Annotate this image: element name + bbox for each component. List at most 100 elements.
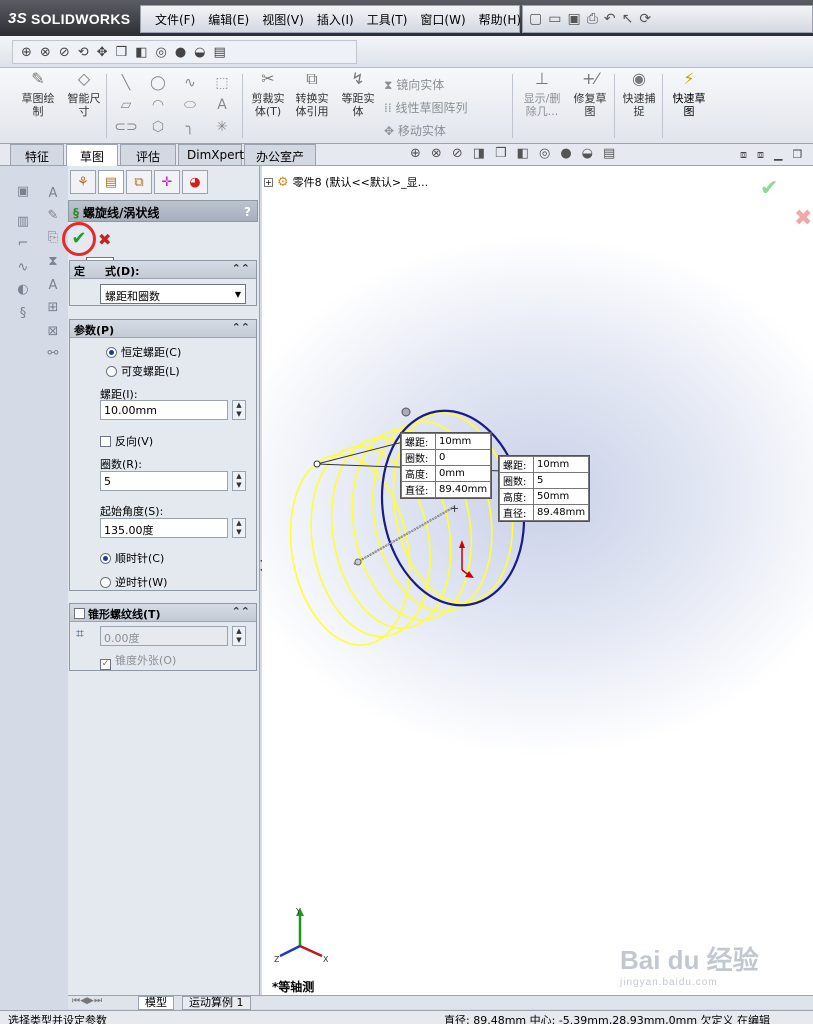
spiral-side-icon[interactable]: § (14, 306, 32, 324)
spin-arrows-icon[interactable]: ▲ ▼ (232, 518, 246, 538)
defined-by-select[interactable]: 螺距和圈数 ▼ (100, 284, 246, 304)
taper-helix-header[interactable]: 锥形螺纹线(T) ⌃⌃ (70, 604, 256, 622)
save-icon[interactable]: ▣ (567, 11, 580, 27)
tab-sketch[interactable]: 草图 (66, 144, 118, 166)
mirror-side-icon[interactable]: ⧗ (44, 254, 62, 272)
view-orientation-icon[interactable]: ❒ (116, 45, 128, 60)
sketch-button[interactable]: ✎ 草图绘 制 (16, 71, 60, 119)
constant-pitch-radio[interactable]: 恒定螺距(C) (106, 344, 181, 360)
zoom-to-area-icon[interactable]: ⊗ (431, 146, 442, 161)
collapse-chevron-icon[interactable]: ⌃⌃ (232, 321, 250, 334)
ellipse-icon[interactable]: ⬭ (174, 94, 206, 116)
clockwise-radio[interactable]: 顺时针(C) (100, 550, 164, 566)
zoom-to-fit-icon[interactable]: ⊕ (21, 45, 32, 60)
cancel-button[interactable]: ✖ (98, 230, 111, 249)
text-icon[interactable]: A (206, 94, 238, 116)
trim-entities-button[interactable]: ✂ 剪裁实 体(T) (246, 71, 290, 119)
print-icon[interactable]: ⎙ (587, 11, 598, 27)
tab-motion-study[interactable]: 运动算例 1 (182, 996, 251, 1010)
block-side-icon[interactable]: ⊞ (44, 300, 62, 318)
help-icon[interactable]: ? (244, 205, 251, 219)
rapid-sketch-button[interactable]: ⚡ 快速草 图 (666, 71, 712, 119)
tab-model[interactable]: 模型 (138, 996, 174, 1010)
repair-sketch-button[interactable]: +⁄ 修复草 图 (568, 71, 612, 119)
view-settings-icon[interactable]: ▤ (603, 146, 615, 161)
spline-icon[interactable]: ∿ (174, 72, 206, 94)
point-icon[interactable]: ✳ (206, 116, 238, 138)
leader-handle[interactable] (313, 460, 321, 468)
revolutions-input[interactable]: 5 ▲ ▼ (100, 471, 246, 491)
start-angle-value[interactable]: 135.00度 (100, 518, 228, 538)
view-orientation-icon[interactable]: ❒ (495, 146, 507, 161)
revolutions-value[interactable]: 5 (100, 471, 228, 491)
relation-side-icon[interactable]: ⊠ (44, 324, 62, 342)
collapse-chevron-icon[interactable]: ⌃⌃ (232, 605, 250, 618)
smart-dimension-button[interactable]: ◇ 智能尺 寸 (62, 71, 106, 119)
pitch-input[interactable]: 10.00mm ▲ ▼ (100, 400, 246, 420)
menu-view[interactable]: 视图(V) (262, 11, 304, 28)
pitch-value[interactable]: 10.00mm (100, 400, 228, 420)
scene-icon[interactable]: ◒ (582, 146, 593, 161)
quick-snaps-button[interactable]: ◉ 快速捕 捉 (616, 71, 662, 119)
curve-side-icon[interactable]: ◐ (14, 282, 32, 300)
menu-file[interactable]: 文件(F) (155, 11, 195, 28)
line-icon[interactable]: ╲ (110, 72, 142, 94)
taper-outward-checkbox[interactable]: ✓ 锥度外张(O) (100, 652, 176, 670)
convert-entities-button[interactable]: ⧉ 转换实 体引用 (290, 71, 334, 119)
variable-pitch-radio[interactable]: 可变螺距(L) (106, 363, 180, 379)
mirror-entities-button[interactable]: ⧗ 镜向实体 (384, 74, 467, 97)
scene-icon[interactable]: ◒ (194, 45, 205, 60)
spin-arrows-icon[interactable]: ▲ ▼ (232, 400, 246, 420)
tab-scroll-arrows-icon[interactable]: ⏮◀▶⏭ (72, 996, 102, 1006)
taper-helix-checkbox[interactable] (74, 608, 85, 619)
arc-icon[interactable]: ◠ (142, 94, 174, 116)
pattern-side-icon[interactable]: A (44, 278, 62, 296)
text-side-icon[interactable]: A (44, 186, 62, 204)
hide-show-icon[interactable]: ◎ (539, 146, 550, 161)
appearance-icon[interactable]: ● (175, 45, 186, 60)
tab-office-products[interactable]: 办公室产品 (244, 144, 316, 181)
menu-insert[interactable]: 插入(I) (317, 11, 354, 28)
move-entities-button[interactable]: ✥ 移动实体 (384, 120, 467, 143)
linear-pattern-button[interactable]: ⁞⁞ 线性草图阵列 (384, 97, 467, 120)
view-settings-icon[interactable]: ▤ (214, 45, 226, 60)
menu-edit[interactable]: 编辑(E) (208, 11, 249, 28)
defined-by-header[interactable]: 定 式(D): ⌃⌃ (70, 261, 256, 279)
graphics-area[interactable]: + ⚙ 零件8 (默认<<默认>_显... ✔ ✖ + 螺距: 10mm 圈数: 0 高… (262, 166, 813, 995)
property-manager-tab-icon[interactable]: ▤ (98, 170, 124, 194)
menu-tools[interactable]: 工具(T) (367, 11, 408, 28)
rotate-icon[interactable]: ⟲ (78, 45, 89, 60)
menu-help[interactable]: 帮助(H) (479, 11, 521, 28)
fillet-icon[interactable]: ╮ (174, 116, 206, 138)
link-side-icon[interactable]: ⚯ (44, 346, 62, 364)
zoom-to-area-icon[interactable]: ⊗ (40, 45, 51, 60)
display-delete-relations-button[interactable]: ⊥ 显示/删 除几... (518, 71, 566, 119)
spin-arrows-icon[interactable]: ▲ ▼ (232, 471, 246, 491)
tab-evaluate[interactable]: 评估 (120, 144, 176, 165)
undo-icon[interactable]: ↶ (604, 11, 616, 27)
insert-side-icon[interactable]: ⎘ (44, 230, 62, 248)
start-angle-input[interactable]: 135.00度 ▲ ▼ (100, 518, 246, 538)
reverse-checkbox[interactable]: 反向(V) (100, 433, 153, 449)
appearance-icon[interactable]: ● (560, 146, 571, 161)
offset-entities-button[interactable]: ↯ 等距实 体 (336, 71, 380, 119)
display-style-icon[interactable]: ◧ (517, 146, 529, 161)
hide-show-icon[interactable]: ◎ (155, 45, 166, 60)
dimxpert-manager-tab-icon[interactable]: ✛ (154, 170, 180, 194)
feature-manager-tab-icon[interactable]: ⚘ (70, 170, 96, 194)
spin-arrows-icon[interactable]: ▲ ▼ (232, 626, 246, 646)
new-document-icon[interactable]: ▢ (529, 11, 542, 27)
taper-angle-input[interactable]: 0.00度 ▲ ▼ (100, 626, 246, 646)
slot-icon[interactable]: ⊂⊃ (110, 116, 142, 138)
axis-end-point[interactable] (354, 558, 362, 566)
tile-left-icon[interactable]: ⧈ (740, 148, 747, 162)
zoom-to-fit-icon[interactable]: ⊕ (410, 146, 421, 161)
pan-icon[interactable]: ✥ (97, 45, 108, 60)
rectangle-icon[interactable]: ▱ (110, 94, 142, 116)
select-icon[interactable]: ↖ (622, 11, 634, 27)
tile-right-icon[interactable]: ⧈ (757, 148, 764, 162)
collapse-chevron-icon[interactable]: ⌃⌃ (232, 262, 250, 275)
section-view-icon[interactable]: ◨ (473, 146, 485, 161)
rebuild-icon[interactable]: ⟳ (639, 11, 651, 27)
table-side-icon[interactable]: ▥ (14, 214, 32, 232)
